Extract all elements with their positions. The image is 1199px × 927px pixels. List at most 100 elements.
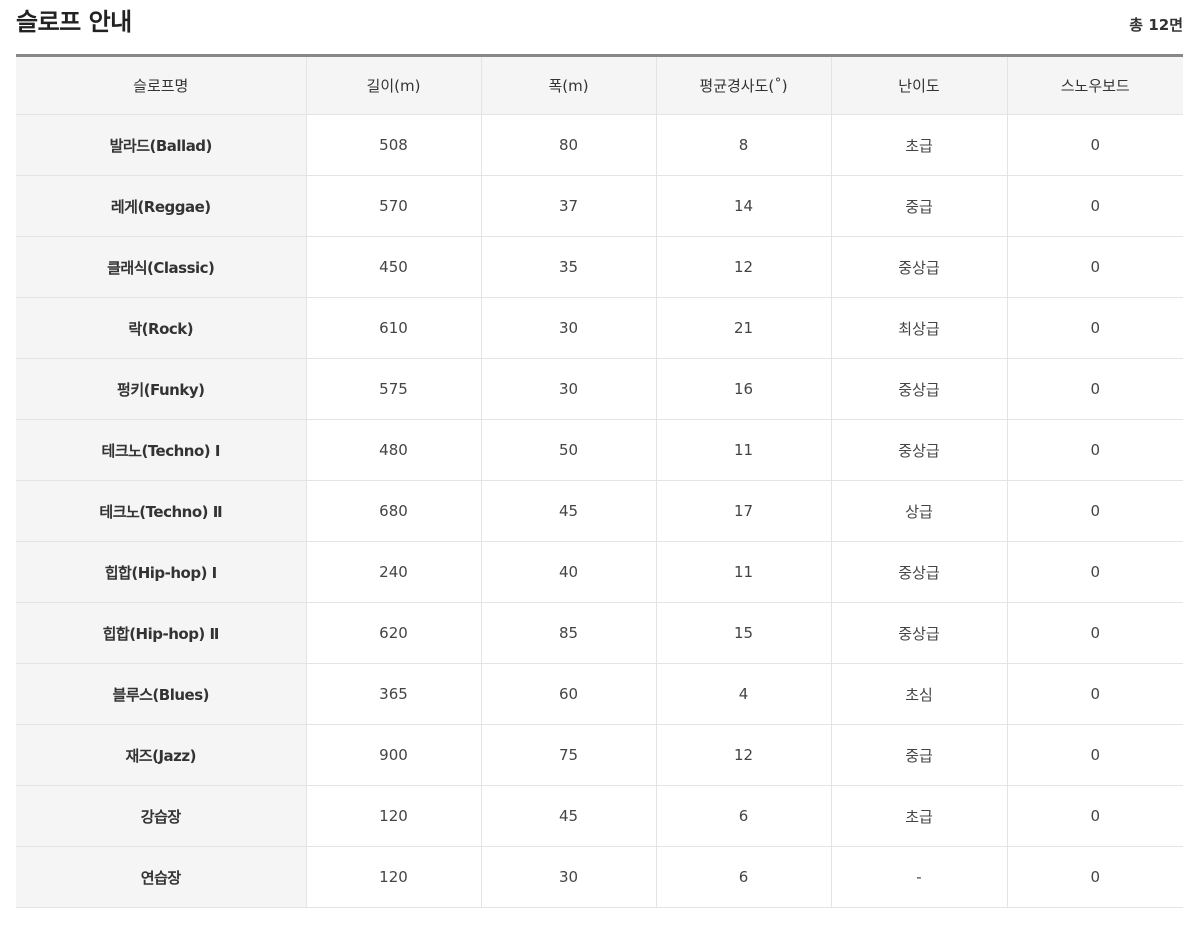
slope-name-cell: 힙합(Hip-hop) Ⅰ xyxy=(16,541,306,603)
slope-name-cell: 펑키(Funky) xyxy=(16,358,306,420)
slope-name-cell: 블루스(Blues) xyxy=(16,663,306,725)
width-cell: 45 xyxy=(480,785,656,847)
width-cell: 60 xyxy=(480,663,656,725)
table-header-row: 슬로프명 길이(m) 폭(m) 평균경사도(˚) 난이도 스노우보드 xyxy=(16,55,1183,115)
avg-slope-cell: 14 xyxy=(655,175,831,237)
column-header-length: 길이(m) xyxy=(305,55,481,115)
slope-name-cell: 락(Rock) xyxy=(16,297,306,359)
width-cell: 40 xyxy=(480,541,656,603)
width-cell: 85 xyxy=(480,602,656,664)
width-cell: 45 xyxy=(480,480,656,542)
width-cell: 80 xyxy=(480,114,656,176)
difficulty-cell: 최상급 xyxy=(830,297,1007,359)
difficulty-cell: 중상급 xyxy=(830,419,1007,481)
slope-name-cell: 재즈(Jazz) xyxy=(16,724,306,786)
snowboard-cell: 0 xyxy=(1006,846,1183,908)
snowboard-cell: 0 xyxy=(1006,541,1183,603)
difficulty-cell: 중급 xyxy=(830,724,1007,786)
length-cell: 610 xyxy=(305,297,481,359)
length-cell: 365 xyxy=(305,663,481,725)
slope-name-cell: 클래식(Classic) xyxy=(16,236,306,298)
column-header-width: 폭(m) xyxy=(480,55,656,115)
avg-slope-cell: 8 xyxy=(655,114,831,176)
snowboard-cell: 0 xyxy=(1006,175,1183,237)
length-cell: 570 xyxy=(305,175,481,237)
difficulty-cell: 중상급 xyxy=(830,541,1007,603)
difficulty-cell: 중급 xyxy=(830,175,1007,237)
column-header-avg-slope: 평균경사도(˚) xyxy=(655,55,831,115)
table-row: 힙합(Hip-hop) Ⅰ 240 40 11 중상급 0 xyxy=(16,541,1183,603)
snowboard-cell: 0 xyxy=(1006,236,1183,298)
difficulty-cell: 중상급 xyxy=(830,358,1007,420)
width-cell: 30 xyxy=(480,358,656,420)
section-header: 슬로프 안내 총 12면 xyxy=(16,0,1183,54)
column-header-snowboard: 스노우보드 xyxy=(1006,55,1183,115)
snowboard-cell: 0 xyxy=(1006,358,1183,420)
difficulty-cell: 중상급 xyxy=(830,236,1007,298)
slope-guide-section: 슬로프 안내 총 12면 슬로프명 길이(m) 폭(m) 평균경사도(˚) 난이… xyxy=(16,0,1183,908)
table-row: 발라드(Ballad) 508 80 8 초급 0 xyxy=(16,114,1183,176)
avg-slope-cell: 15 xyxy=(655,602,831,664)
column-header-slope-name: 슬로프명 xyxy=(16,55,306,115)
length-cell: 480 xyxy=(305,419,481,481)
width-cell: 75 xyxy=(480,724,656,786)
width-cell: 50 xyxy=(480,419,656,481)
slope-name-cell: 힙합(Hip-hop) Ⅱ xyxy=(16,602,306,664)
table-row: 테크노(Techno) Ⅰ 480 50 11 중상급 0 xyxy=(16,419,1183,481)
length-cell: 680 xyxy=(305,480,481,542)
width-cell: 35 xyxy=(480,236,656,298)
avg-slope-cell: 11 xyxy=(655,541,831,603)
avg-slope-cell: 11 xyxy=(655,419,831,481)
avg-slope-cell: 12 xyxy=(655,724,831,786)
total-count: 총 12면 xyxy=(1129,16,1183,34)
difficulty-cell: - xyxy=(830,846,1007,908)
table-row: 레게(Reggae) 570 37 14 중급 0 xyxy=(16,175,1183,237)
length-cell: 620 xyxy=(305,602,481,664)
slope-name-cell: 테크노(Techno) Ⅰ xyxy=(16,419,306,481)
slope-name-cell: 연습장 xyxy=(16,846,306,908)
avg-slope-cell: 21 xyxy=(655,297,831,359)
difficulty-cell: 초심 xyxy=(830,663,1007,725)
snowboard-cell: 0 xyxy=(1006,602,1183,664)
length-cell: 120 xyxy=(305,846,481,908)
avg-slope-cell: 12 xyxy=(655,236,831,298)
difficulty-cell: 초급 xyxy=(830,785,1007,847)
width-cell: 37 xyxy=(480,175,656,237)
snowboard-cell: 0 xyxy=(1006,724,1183,786)
snowboard-cell: 0 xyxy=(1006,480,1183,542)
table-row: 테크노(Techno) Ⅱ 680 45 17 상급 0 xyxy=(16,480,1183,542)
length-cell: 240 xyxy=(305,541,481,603)
page-title: 슬로프 안내 xyxy=(16,8,132,36)
slope-table: 슬로프명 길이(m) 폭(m) 평균경사도(˚) 난이도 스노우보드 발라드(B… xyxy=(16,54,1183,908)
difficulty-cell: 상급 xyxy=(830,480,1007,542)
table-row: 락(Rock) 610 30 21 최상급 0 xyxy=(16,297,1183,359)
avg-slope-cell: 4 xyxy=(655,663,831,725)
width-cell: 30 xyxy=(480,297,656,359)
table-row: 클래식(Classic) 450 35 12 중상급 0 xyxy=(16,236,1183,298)
column-header-difficulty: 난이도 xyxy=(830,55,1007,115)
table-row: 펑키(Funky) 575 30 16 중상급 0 xyxy=(16,358,1183,420)
table-row: 재즈(Jazz) 900 75 12 중급 0 xyxy=(16,724,1183,786)
table-row: 힙합(Hip-hop) Ⅱ 620 85 15 중상급 0 xyxy=(16,602,1183,664)
slope-name-cell: 발라드(Ballad) xyxy=(16,114,306,176)
length-cell: 120 xyxy=(305,785,481,847)
snowboard-cell: 0 xyxy=(1006,785,1183,847)
avg-slope-cell: 6 xyxy=(655,846,831,908)
table-row: 강습장 120 45 6 초급 0 xyxy=(16,785,1183,847)
table-row: 연습장 120 30 6 - 0 xyxy=(16,846,1183,908)
slope-name-cell: 레게(Reggae) xyxy=(16,175,306,237)
avg-slope-cell: 16 xyxy=(655,358,831,420)
slope-name-cell: 테크노(Techno) Ⅱ xyxy=(16,480,306,542)
difficulty-cell: 중상급 xyxy=(830,602,1007,664)
snowboard-cell: 0 xyxy=(1006,297,1183,359)
snowboard-cell: 0 xyxy=(1006,419,1183,481)
length-cell: 450 xyxy=(305,236,481,298)
avg-slope-cell: 6 xyxy=(655,785,831,847)
width-cell: 30 xyxy=(480,846,656,908)
length-cell: 508 xyxy=(305,114,481,176)
table-row: 블루스(Blues) 365 60 4 초심 0 xyxy=(16,663,1183,725)
snowboard-cell: 0 xyxy=(1006,114,1183,176)
avg-slope-cell: 17 xyxy=(655,480,831,542)
length-cell: 900 xyxy=(305,724,481,786)
difficulty-cell: 초급 xyxy=(830,114,1007,176)
